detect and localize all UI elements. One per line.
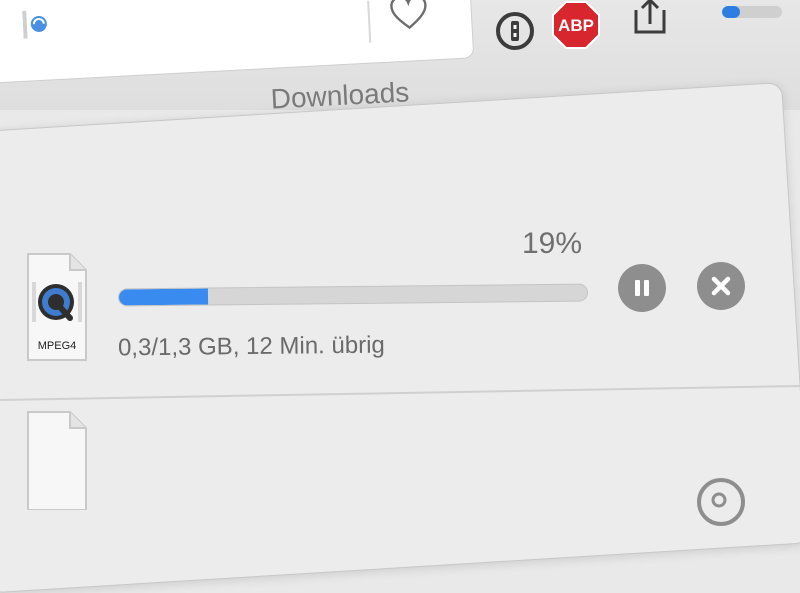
download-percent: 19%	[522, 227, 583, 260]
quicktime-file-icon: MPEG4	[26, 252, 88, 362]
magnifier-icon	[711, 492, 727, 508]
toolbar-download-progress[interactable]	[722, 6, 782, 18]
pause-icon	[635, 280, 649, 296]
bookmark-heart-icon[interactable]	[386, 0, 432, 36]
adblock-plus-button[interactable]: ABP	[551, 0, 601, 50]
pause-button[interactable]	[618, 264, 666, 312]
site-favicon-icon	[22, 9, 51, 39]
address-bar-separator	[367, 0, 372, 43]
download-progress-fill	[118, 288, 208, 306]
file-type-label: MPEG4	[37, 340, 77, 352]
share-icon[interactable]	[628, 0, 672, 36]
toolbar-download-progress-fill	[722, 6, 740, 18]
reveal-in-finder-button[interactable]	[697, 478, 745, 526]
download-status: 0,3/1,3 GB, 12 Min. übrig	[117, 331, 385, 362]
address-bar[interactable]	[0, 0, 475, 84]
abp-label: ABP	[558, 16, 594, 35]
close-icon	[711, 276, 731, 296]
cancel-download-button[interactable]	[697, 262, 745, 310]
blank-file-icon	[26, 410, 88, 511]
info-icon[interactable]	[494, 10, 536, 52]
